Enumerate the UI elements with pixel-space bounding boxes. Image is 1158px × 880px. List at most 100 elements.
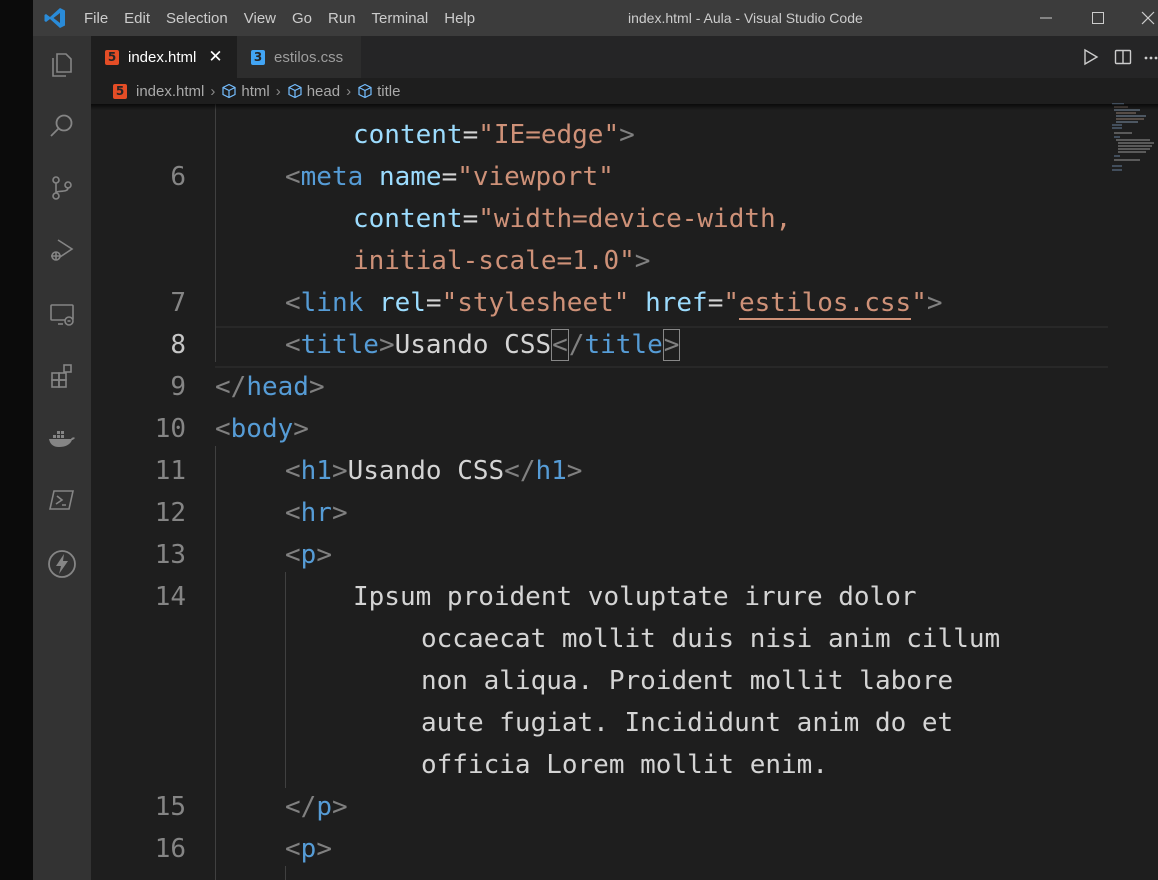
code-line: <link rel="stylesheet" href="estilos.css… (285, 288, 943, 320)
explorer-icon (52, 53, 72, 77)
close-window-button[interactable] (1125, 0, 1158, 36)
docker-icon (49, 431, 75, 447)
window-title: index.html - Aula - Visual Studio Code (628, 10, 863, 26)
paragraph-line: occaecat mollit duis nisi anim cillum (421, 624, 1001, 654)
code-line: </p> (285, 792, 348, 822)
breadcrumb-title[interactable]: title (377, 83, 400, 100)
code-line: <hr> (285, 498, 348, 528)
menu-edit[interactable]: Edit (124, 10, 150, 27)
line-number: 15 (154, 792, 186, 822)
source-control-icon (52, 176, 72, 200)
minimize-button[interactable] (1023, 0, 1069, 36)
menu-help[interactable]: Help (444, 10, 475, 27)
minimize-icon (1040, 17, 1052, 19)
menu-terminal[interactable]: Terminal (372, 10, 429, 27)
code-line: <p> (285, 540, 332, 570)
bracket-match: > (662, 329, 681, 361)
run-debug-button[interactable] (46, 234, 78, 266)
maximize-button[interactable] (1075, 0, 1121, 36)
html5-icon: 5 (105, 49, 119, 65)
tab-close-icon[interactable]: ✕ (208, 47, 222, 67)
powershell-button[interactable] (46, 484, 78, 516)
menu-selection[interactable]: Selection (166, 10, 228, 27)
bracket-match: < (551, 329, 569, 361)
paragraph-line: officia Lorem mollit enim. (421, 750, 828, 780)
code-editor[interactable]: 6 7 8 9 10 11 12 13 14 15 16 content="IE… (91, 104, 1158, 880)
tab-index-html[interactable]: 5 index.html ✕ (91, 36, 237, 78)
thunder-client-button[interactable] (46, 548, 78, 580)
code-line: content="IE=edge"> (353, 120, 635, 150)
element-icon (222, 83, 236, 99)
css3-icon: 3 (251, 49, 265, 65)
minimap[interactable] (1110, 100, 1158, 180)
code-line: content="width=device-width, (353, 204, 792, 234)
line-number: 12 (154, 498, 186, 528)
remote-explorer-icon (50, 304, 74, 326)
menu-view[interactable]: View (244, 10, 276, 27)
search-button[interactable] (46, 110, 78, 142)
tab-estilos-css[interactable]: 3 estilos.css (237, 36, 361, 78)
indent-guide (215, 104, 216, 362)
code-line: <body> (215, 414, 309, 444)
line-number: 14 (154, 582, 186, 612)
activity-bar (33, 36, 91, 880)
maximize-icon (1092, 12, 1104, 24)
breadcrumb: 5 index.html › html › head › title (91, 78, 1158, 104)
indent-guide (285, 866, 286, 880)
scroll-shadow (91, 104, 1158, 110)
breadcrumb-file[interactable]: index.html (136, 83, 204, 100)
element-icon (288, 83, 302, 99)
paragraph-line: non aliqua. Proident mollit labore (421, 666, 954, 696)
menu-bar: File Edit Selection View Go Run Terminal… (84, 0, 491, 36)
breadcrumb-html[interactable]: html (241, 83, 269, 100)
explorer-button[interactable] (46, 48, 78, 80)
editor-actions (1082, 36, 1158, 78)
chevron-right-icon: › (346, 82, 352, 100)
line-number: 9 (170, 372, 186, 402)
paragraph-line: Ipsum proident voluptate irure dolor (353, 582, 917, 612)
html5-icon: 5 (113, 83, 127, 99)
vscode-logo-icon (44, 8, 65, 28)
tab-label: index.html (128, 48, 197, 66)
code-line: <p> (285, 834, 332, 864)
line-number: 16 (154, 834, 186, 864)
code-line: <meta name="viewport" (285, 162, 614, 192)
close-icon (1141, 11, 1155, 25)
run-icon[interactable] (1082, 48, 1100, 66)
docker-button[interactable] (46, 422, 78, 454)
code-line-current: <title>Usando CSS</title> (285, 329, 681, 361)
tab-label: estilos.css (274, 48, 344, 66)
chevron-right-icon: › (275, 82, 281, 100)
code-line: <h1>Usando CSS</h1> (285, 456, 583, 486)
menu-file[interactable]: File (84, 10, 108, 27)
search-icon (50, 114, 73, 137)
remote-explorer-button[interactable] (46, 298, 78, 330)
paragraph-line: aute fugiat. Incididunt anim do et (421, 708, 954, 738)
line-number: 7 (170, 288, 186, 318)
menu-go[interactable]: Go (292, 10, 312, 27)
run-debug-icon (51, 239, 74, 261)
line-number-current: 8 (170, 330, 186, 360)
chevron-right-icon: › (210, 82, 216, 100)
line-number: 6 (170, 162, 186, 192)
editor-tab-bar: 5 index.html ✕ 3 estilos.css (91, 36, 1158, 78)
code-line: initial-scale=1.0"> (353, 246, 651, 276)
line-number: 10 (154, 414, 186, 444)
extensions-icon (51, 364, 72, 388)
extensions-button[interactable] (46, 360, 78, 392)
indent-guide (215, 446, 216, 880)
more-actions-icon[interactable] (1144, 48, 1158, 66)
desktop-edge (0, 0, 33, 880)
href-link[interactable]: estilos.css (739, 288, 912, 320)
line-number: 11 (154, 456, 186, 486)
source-control-button[interactable] (46, 172, 78, 204)
indent-guide (285, 572, 286, 788)
line-number: 13 (154, 540, 186, 570)
code-line: </head> (215, 372, 325, 402)
menu-run[interactable]: Run (328, 10, 356, 27)
split-editor-icon[interactable] (1114, 48, 1132, 66)
title-bar: File Edit Selection View Go Run Terminal… (33, 0, 1158, 36)
thunder-client-icon (48, 550, 76, 578)
breadcrumb-head[interactable]: head (307, 83, 340, 100)
element-icon (358, 83, 372, 99)
